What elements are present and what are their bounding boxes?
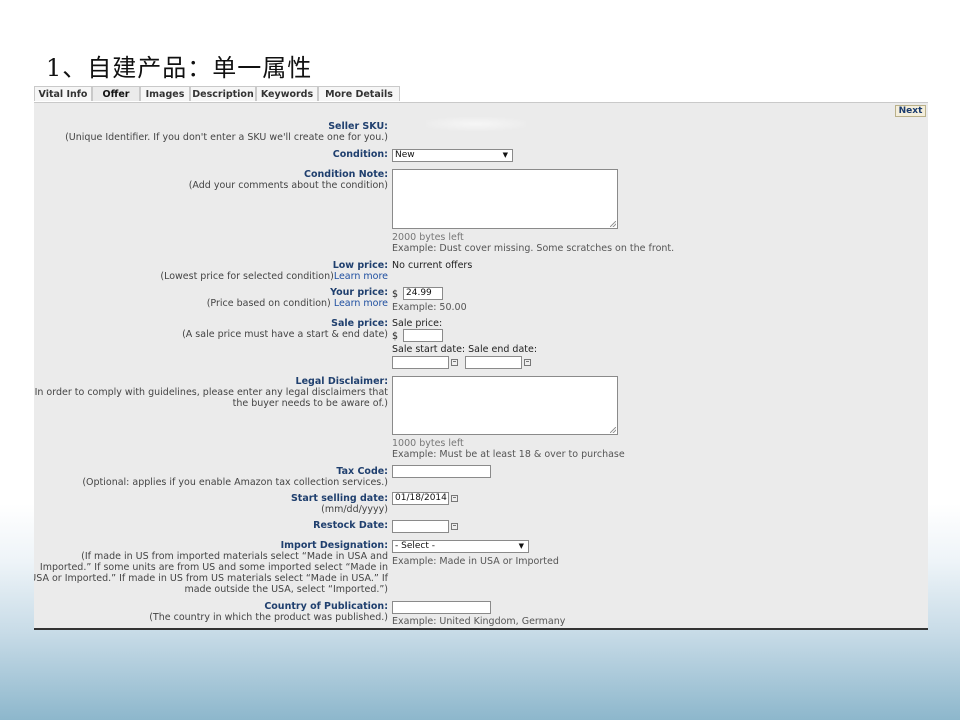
legal-disclaimer-textarea[interactable] <box>392 376 618 435</box>
country-of-publication-help: (The country in which the product was pu… <box>149 612 388 623</box>
import-designation-select[interactable]: - Select - ▼ <box>392 540 529 553</box>
legal-disclaimer-label: Legal Disclaimer: <box>295 376 388 387</box>
your-price-label: Your price: <box>330 287 388 298</box>
low-price-learn-more-link[interactable]: Learn more <box>334 271 388 282</box>
calendar-icon[interactable] <box>451 523 458 530</box>
tab-keywords[interactable]: Keywords <box>256 86 318 101</box>
low-price-help: (Lowest price for selected condition)Lea… <box>160 271 388 282</box>
tab-more-details[interactable]: More Details <box>318 86 400 101</box>
condition-select[interactable]: New ▼ <box>392 149 513 162</box>
tab-description[interactable]: Description <box>190 86 256 101</box>
calendar-icon[interactable] <box>524 359 531 366</box>
resize-grip-icon[interactable] <box>610 427 616 433</box>
restock-date-label: Restock Date: <box>313 520 388 531</box>
chevron-down-icon: ▼ <box>502 151 508 159</box>
sale-price-sublabel: Sale price: <box>392 318 443 329</box>
start-selling-date-input[interactable]: 01/18/2014 <box>392 492 449 505</box>
calendar-icon[interactable] <box>451 359 458 366</box>
start-selling-date-label: Start selling date: <box>290 493 388 504</box>
sale-start-date-label: Sale start date: <box>392 344 466 355</box>
sale-price-label: Sale price: <box>331 318 388 329</box>
your-price-example: Example: 50.00 <box>392 302 467 313</box>
seller-sku-redacted <box>426 117 526 131</box>
low-price-label: Low price: <box>332 260 388 271</box>
legal-disclaimer-example: Example: Must be at least 18 & over to p… <box>392 449 625 460</box>
import-designation-example: Example: Made in USA or Imported <box>392 556 559 567</box>
sale-start-date-input[interactable] <box>392 356 449 369</box>
sale-price-currency: $ <box>392 331 399 342</box>
tax-code-input[interactable] <box>392 465 491 478</box>
sale-price-help: (A sale price must have a start & end da… <box>182 329 388 340</box>
low-price-value: No current offers <box>392 260 473 271</box>
sale-end-date-label: Sale end date: <box>468 344 538 355</box>
condition-label: Condition: <box>332 149 388 160</box>
tab-bar: Vital Info Offer Images Description Keyw… <box>34 86 928 103</box>
condition-note-label: Condition Note: <box>304 169 388 180</box>
your-price-help-text: (Price based on condition) <box>206 298 331 309</box>
tax-code-label: Tax Code: <box>336 466 388 477</box>
condition-value: New <box>395 150 415 160</box>
product-offer-form: Vital Info Offer Images Description Keyw… <box>34 86 928 630</box>
sale-price-input[interactable] <box>403 329 443 342</box>
import-designation-help: (If made in US from imported materials s… <box>34 551 388 595</box>
country-of-publication-example: Example: United Kingdom, Germany <box>392 616 566 627</box>
your-price-currency: $ <box>392 289 399 300</box>
sale-end-date-input[interactable] <box>465 356 522 369</box>
import-designation-value: - Select - <box>395 541 435 551</box>
your-price-learn-more-link[interactable]: Learn more <box>334 298 388 309</box>
tab-images[interactable]: Images <box>140 86 190 101</box>
calendar-icon[interactable] <box>451 495 458 502</box>
chevron-down-icon: ▼ <box>518 542 524 550</box>
sale-date-labels: Sale start date: Sale end date: <box>392 344 537 355</box>
import-designation-label: Import Designation: <box>280 540 388 551</box>
your-price-input[interactable]: 24.99 <box>403 287 443 300</box>
condition-note-textarea[interactable] <box>392 169 618 229</box>
legal-disclaimer-bytes-left: 1000 bytes left <box>392 438 464 449</box>
country-of-publication-label: Country of Publication: <box>264 601 388 612</box>
slide-title: 1、自建产品：单一属性 <box>46 54 313 82</box>
tab-offer[interactable]: Offer <box>92 86 140 101</box>
your-price-help: (Price based on condition) Learn more <box>207 298 388 309</box>
start-selling-date-help: (mm/dd/yyyy) <box>321 504 388 515</box>
tab-vital-info[interactable]: Vital Info <box>34 86 92 101</box>
seller-sku-label: Seller SKU: <box>328 121 388 132</box>
condition-note-example: Example: Dust cover missing. Some scratc… <box>392 243 675 254</box>
restock-date-input[interactable] <box>392 520 449 533</box>
condition-note-help: (Add your comments about the condition) <box>188 180 388 191</box>
resize-grip-icon[interactable] <box>610 221 616 227</box>
legal-disclaimer-help: (In order to comply with guidelines, ple… <box>34 387 388 409</box>
low-price-help-text: (Lowest price for selected condition) <box>160 271 334 282</box>
next-button[interactable]: Next <box>895 105 926 117</box>
country-of-publication-input[interactable] <box>392 601 491 614</box>
tax-code-help: (Optional: applies if you enable Amazon … <box>82 477 388 488</box>
seller-sku-help: (Unique Identifier. If you don't enter a… <box>65 132 388 143</box>
condition-note-bytes-left: 2000 bytes left <box>392 232 464 243</box>
